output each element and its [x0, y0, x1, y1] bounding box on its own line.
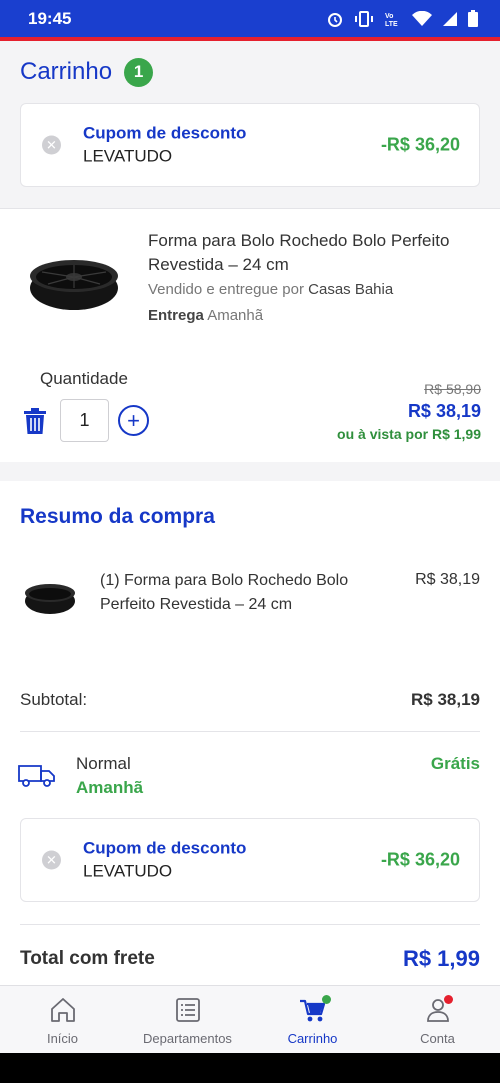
coupon-label: Cupom de desconto [83, 123, 247, 143]
total-label: Total com frete [20, 948, 155, 969]
seller-prefix: Vendido e entregue por [148, 281, 304, 298]
wifi-icon [412, 10, 432, 26]
subtotal-value: R$ 38,19 [411, 690, 480, 709]
signal-icon [443, 11, 457, 26]
increase-quantity-button[interactable]: + [118, 405, 149, 436]
quantity-field[interactable]: 1 [60, 399, 109, 442]
alarm-icon [328, 12, 342, 27]
trash-icon[interactable] [24, 408, 46, 434]
svg-text:LTE: LTE [385, 21, 398, 28]
nav-item-carrinho[interactable]: Carrinho [250, 986, 375, 1053]
remove-coupon-button-summary[interactable]: ✕ [42, 850, 61, 870]
battery-icon [468, 10, 478, 27]
coupon-card-summary: ✕ Cupom de desconto LEVATUDO -R$ 36,20 [20, 818, 480, 902]
coupon-card-top: ✕ Cupom de desconto LEVATUDO -R$ 36,20 [20, 103, 480, 187]
list-icon [175, 998, 200, 1022]
shipping-name: Normal [76, 754, 131, 773]
product-image[interactable] [28, 254, 120, 314]
system-nav-bar [0, 1053, 500, 1083]
order-summary: Resumo da compra (1) Forma para Bolo Roc… [0, 481, 500, 985]
nav-label: Carrinho [287, 1031, 338, 1046]
current-price: R$ 38,19 [407, 401, 481, 421]
cart-notification-dot [322, 995, 331, 1004]
total-value: R$ 1,99 [402, 946, 480, 971]
nav-label: Início [46, 1031, 79, 1046]
coupon-code: LEVATUDO [83, 861, 173, 881]
summary-item-name: (1) Forma para Bolo Rochedo Bolo Perfeit… [100, 572, 349, 613]
coupon-value: -R$ 36,20 [380, 134, 460, 155]
account-notification-dot [444, 995, 453, 1004]
status-time: 19:45 [28, 8, 72, 28]
shipping-when: Amanhã [76, 778, 144, 797]
subtotal-label: Subtotal: [20, 690, 88, 709]
quantity-label: Quantidade [40, 369, 128, 388]
nav-item-conta[interactable]: Conta [375, 986, 500, 1053]
page-header: Carrinho 1 [0, 41, 500, 103]
delivery-label: Entrega [148, 307, 204, 324]
nav-label: Conta [420, 1031, 455, 1046]
remove-coupon-button[interactable]: ✕ [42, 135, 61, 155]
summary-title: Resumo da compra [20, 505, 215, 528]
bottom-nav: Início Departamentos Carrinho Conta [0, 985, 500, 1053]
nav-label: Departamentos [143, 1031, 232, 1046]
product-name[interactable]: Forma para Bolo Rochedo Bolo Perfeito Re… [148, 229, 478, 277]
cart-count-badge: 1 [124, 57, 154, 87]
shipping-price: Grátis [430, 754, 480, 773]
cash-price: ou à vista por R$ 1,99 [337, 426, 481, 442]
seller-name: Casas Bahia [308, 281, 394, 298]
cart-item-card: Forma para Bolo Rochedo Bolo Perfeito Re… [0, 208, 500, 462]
home-icon [50, 998, 75, 1022]
vibrate-icon [355, 10, 373, 27]
page-title: Carrinho [20, 58, 113, 85]
coupon-code: LEVATUDO [83, 146, 173, 166]
coupon-value: -R$ 36,20 [380, 849, 460, 870]
old-price: R$ 58,90 [424, 381, 481, 397]
divider [20, 924, 480, 925]
nav-item-inicio[interactable]: Início [0, 986, 125, 1053]
svg-text:Vo: Vo [385, 13, 393, 20]
nav-item-departamentos[interactable]: Departamentos [125, 986, 250, 1053]
product-delivery: Entrega Amanhã [148, 307, 263, 324]
summary-item-price: R$ 38,19 [415, 571, 480, 588]
delivery-value: Amanhã [207, 307, 264, 324]
summary-product-image [25, 584, 75, 614]
divider [20, 731, 480, 732]
status-bar: 19:45 Vo LTE [0, 0, 500, 37]
product-seller: Vendido e entregue por Casas Bahia [148, 281, 393, 298]
coupon-label: Cupom de desconto [83, 838, 247, 858]
truck-icon [18, 765, 55, 787]
volte-icon: VoLTE [385, 13, 398, 28]
